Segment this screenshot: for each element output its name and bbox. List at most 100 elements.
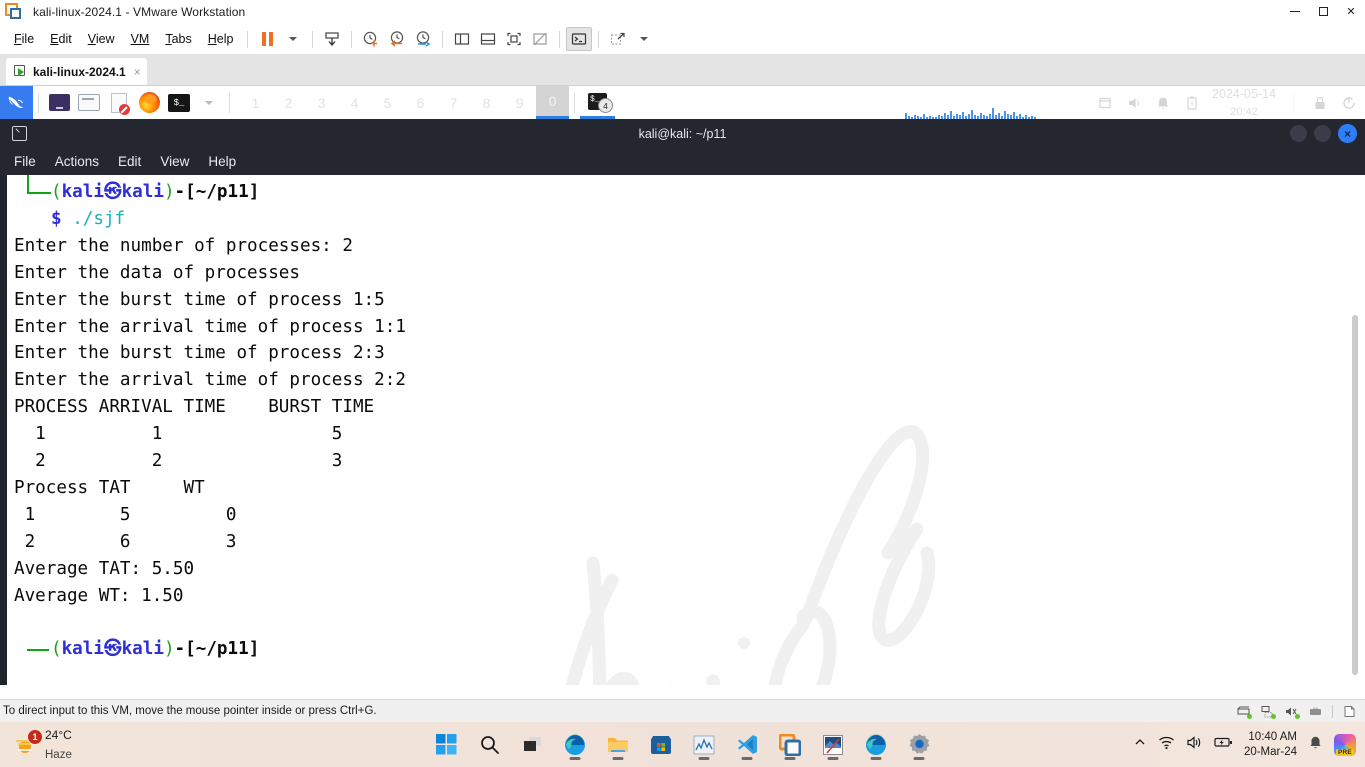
snapshot-icon[interactable]	[319, 27, 345, 51]
launcher-dropdown[interactable]	[194, 88, 224, 118]
panel-left-icon[interactable]	[449, 27, 475, 51]
terminal-maximize-button[interactable]	[1314, 125, 1331, 142]
terminal-close-button[interactable]: ×	[1338, 124, 1357, 143]
network-adapter-icon[interactable]	[1260, 705, 1276, 719]
search-button[interactable]	[473, 728, 506, 761]
toolbar-divider	[312, 30, 314, 48]
minimize-button[interactable]	[1281, 0, 1309, 23]
vm-display-area[interactable]: kali@kali: ~/p11 × File Actions Edit Vie…	[0, 119, 1365, 699]
send-keys-icon[interactable]	[605, 27, 631, 51]
sound-card-icon[interactable]	[1284, 705, 1300, 719]
terminal-body[interactable]: (kali㉿kali)-[~/p11] $ ./sjf Enter the numb…	[0, 175, 1365, 685]
terminal-output-line: Enter the data of processes	[14, 262, 300, 283]
maximize-button[interactable]	[1309, 0, 1337, 23]
menu-file[interactable]: File	[6, 28, 42, 50]
fullscreen-icon[interactable]	[501, 27, 527, 51]
volume-icon[interactable]	[1125, 94, 1142, 111]
menu-vm[interactable]: VM	[123, 28, 158, 50]
send-keys-dropdown[interactable]	[631, 27, 657, 51]
wifi-icon[interactable]	[1158, 735, 1175, 755]
taskbar-edge-2[interactable]	[860, 728, 893, 761]
notification-bell-icon[interactable]	[1154, 94, 1171, 111]
terminal-menu-file[interactable]: File	[14, 154, 36, 169]
start-button[interactable]	[430, 728, 463, 761]
clock-back-icon[interactable]	[384, 27, 410, 51]
vm-tab-close-icon[interactable]: ×	[134, 65, 141, 79]
kali-dragon-icon[interactable]	[0, 86, 33, 119]
taskbar-vmware[interactable]	[774, 728, 807, 761]
lock-screen-icon[interactable]	[1311, 94, 1328, 111]
unity-off-icon[interactable]	[527, 27, 553, 51]
taskbar-clock[interactable]: 10:40 AM 20-Mar-24	[1244, 730, 1297, 759]
terminal-output-line: 2 6 3	[14, 531, 237, 552]
running-indicator	[870, 757, 882, 760]
clock-wrench-icon[interactable]	[410, 27, 436, 51]
launcher-firefox[interactable]	[134, 88, 164, 118]
clock-plus-icon[interactable]	[358, 27, 384, 51]
workspace-9[interactable]: 9	[503, 86, 536, 119]
logout-icon[interactable]	[1340, 94, 1357, 111]
copilot-icon[interactable]: PRE	[1334, 733, 1356, 756]
kali-clock[interactable]: 2024-05-14 20:42	[1212, 86, 1276, 119]
panel-divider	[229, 92, 230, 113]
tray-overflow-chevron-up-icon[interactable]	[1133, 735, 1147, 754]
terminal-menu-view[interactable]: View	[160, 154, 189, 169]
pause-dropdown[interactable]	[280, 27, 306, 51]
menu-edit[interactable]: Edit	[42, 28, 80, 50]
weather-temperature: 24°C	[45, 728, 72, 743]
taskbar-edge[interactable]	[559, 728, 592, 761]
battery-icon[interactable]	[1183, 94, 1200, 111]
terminal-menu-actions[interactable]: Actions	[55, 154, 99, 169]
hard-disk-icon[interactable]	[1236, 705, 1252, 719]
pause-button[interactable]	[254, 27, 280, 51]
menu-view[interactable]: View	[80, 28, 123, 50]
main-menu-bar: File Edit View VM Tabs Help	[0, 24, 1365, 54]
workspace-0-active[interactable]: 0	[536, 86, 569, 119]
workspace-3[interactable]: 3	[305, 86, 338, 119]
taskbar-settings[interactable]	[903, 728, 936, 761]
taskbar-photo-editor[interactable]	[817, 728, 850, 761]
terminal-scrollbar-thumb[interactable]	[1352, 315, 1358, 675]
terminal-menu-help[interactable]: Help	[208, 154, 236, 169]
message-log-icon[interactable]	[1342, 705, 1357, 718]
launcher-text-editor[interactable]	[104, 88, 134, 118]
workspace-5[interactable]: 5	[371, 86, 404, 119]
taskbar-file-explorer[interactable]	[602, 728, 635, 761]
task-view-button[interactable]	[516, 728, 549, 761]
menu-help[interactable]: Help	[200, 28, 242, 50]
taskbar-task-manager[interactable]	[688, 728, 721, 761]
taskbar-window-terminal[interactable]: $_ 4	[580, 86, 615, 119]
launcher-terminal[interactable]: $_	[164, 88, 194, 118]
clipboard-icon[interactable]	[1096, 94, 1113, 111]
workspace-2[interactable]: 2	[272, 86, 305, 119]
terminal-scrollbar[interactable]	[1351, 175, 1359, 685]
launcher-files-manager[interactable]	[44, 88, 74, 118]
haze-sun-icon: 1	[14, 729, 42, 756]
menu-tabs[interactable]: Tabs	[157, 28, 199, 50]
workspace-4[interactable]: 4	[338, 86, 371, 119]
battery-charging-icon[interactable]	[1214, 735, 1233, 754]
taskbar-microsoft-store[interactable]	[645, 728, 678, 761]
launcher-file-manager[interactable]	[74, 88, 104, 118]
workspace-6[interactable]: 6	[404, 86, 437, 119]
usb-device-icon[interactable]	[1308, 705, 1323, 718]
terminal-menu-edit[interactable]: Edit	[118, 154, 141, 169]
workspace-8[interactable]: 8	[470, 86, 503, 119]
terminal-screen[interactable]: (kali㉿kali)-[~/p11] $ ./sjf Enter the numb…	[7, 175, 1365, 685]
weather-widget[interactable]: 1 24°C Haze	[14, 726, 72, 763]
terminal-minimize-button[interactable]	[1290, 125, 1307, 142]
taskbar-vscode[interactable]	[731, 728, 764, 761]
terminal-icon[interactable]	[566, 27, 593, 51]
workspace-7[interactable]: 7	[437, 86, 470, 119]
workspace-1[interactable]: 1	[239, 86, 272, 119]
panel-bottom-icon[interactable]	[475, 27, 501, 51]
vm-tab-kali[interactable]: kali-linux-2024.1 ×	[6, 58, 147, 85]
terminal-output-line: Enter the arrival time of process 2:2	[14, 370, 406, 391]
close-button[interactable]: ✕	[1337, 0, 1365, 23]
terminal-output-line: 2 2 3	[14, 451, 343, 472]
terminal-output-line: Enter the number of processes: 2	[14, 235, 353, 256]
panel-divider	[38, 92, 39, 113]
toolbar-divider	[351, 30, 353, 48]
volume-icon[interactable]	[1186, 735, 1203, 755]
notification-bell-icon[interactable]	[1308, 735, 1323, 755]
